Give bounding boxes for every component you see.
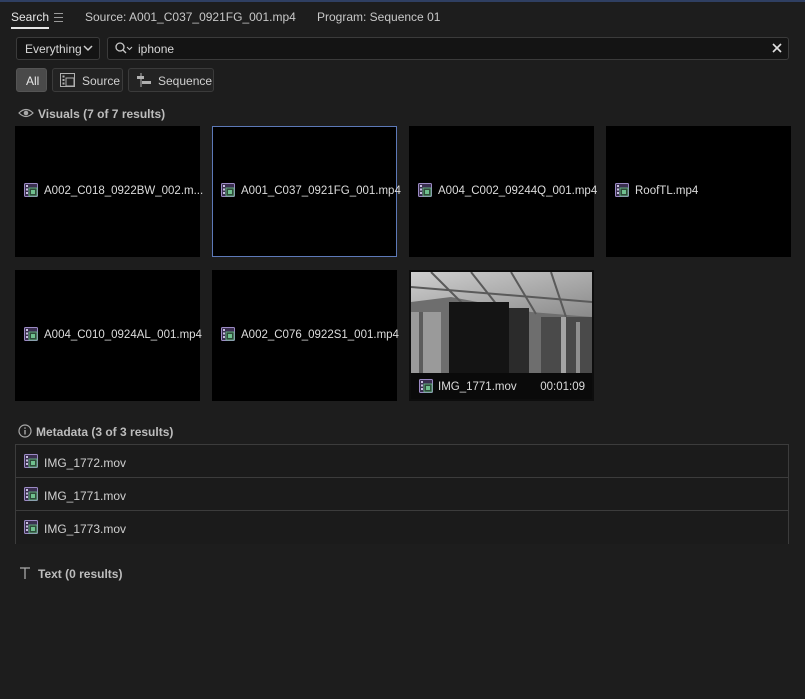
metadata-result-name: IMG_1773.mov xyxy=(44,522,127,536)
metadata-result-name: IMG_1771.mov xyxy=(44,489,127,503)
video-file-icon xyxy=(24,454,38,468)
visual-result-name: A002_C076_0922S1_001.mp4 xyxy=(241,329,399,341)
metadata-results-list: IMG_1772.mov IMG_1771.mov IMG_1773.mov xyxy=(15,444,789,544)
filter-all-label: All xyxy=(26,74,40,88)
metadata-result-row[interactable]: IMG_1773.mov xyxy=(16,511,788,544)
tab-search[interactable]: Search xyxy=(11,10,50,29)
metadata-result-row[interactable]: IMG_1772.mov xyxy=(16,445,788,478)
video-file-icon xyxy=(221,327,235,341)
visuals-section-title: Visuals (7 of 7 results) xyxy=(38,107,166,121)
visual-result-name: A002_C018_0922BW_002.m... xyxy=(44,185,204,197)
visual-result-name: IMG_1771.mov xyxy=(438,381,517,393)
text-section-title: Text (0 results) xyxy=(38,567,123,581)
metadata-result-row[interactable]: IMG_1771.mov xyxy=(16,478,788,511)
video-file-icon xyxy=(418,183,432,197)
metadata-section-title: Metadata (3 of 3 results) xyxy=(36,425,174,439)
visual-result-tile[interactable]: A004_C010_0924AL_001.mp4 xyxy=(15,270,202,401)
scope-dropdown[interactable]: Everything xyxy=(16,37,100,60)
video-file-icon xyxy=(615,183,629,197)
scope-dropdown-value: Everything xyxy=(25,42,82,56)
visual-result-tile[interactable]: A004_C002_09244Q_001.mp4 xyxy=(409,126,598,257)
video-file-icon xyxy=(221,183,235,197)
filter-sequence-button[interactable]: Sequence xyxy=(128,68,214,92)
filter-all-button[interactable]: All xyxy=(16,68,47,92)
panel-menu-icon[interactable] xyxy=(54,13,63,22)
video-file-icon xyxy=(24,183,38,197)
video-file-icon xyxy=(24,327,38,341)
text-type-icon xyxy=(20,567,30,579)
search-field[interactable]: iphone xyxy=(107,37,789,60)
filter-source-label: Source xyxy=(82,74,121,88)
visual-result-name: RoofTL.mp4 xyxy=(635,185,699,197)
info-icon xyxy=(18,424,32,438)
visual-result-name: A004_C002_09244Q_001.mp4 xyxy=(438,185,598,197)
visual-result-name: A001_C037_0921FG_001.mp4 xyxy=(241,185,401,197)
video-thumbnail xyxy=(411,272,592,373)
video-file-icon xyxy=(24,520,38,534)
clear-icon[interactable] xyxy=(770,41,784,55)
video-file-icon xyxy=(24,487,38,501)
visual-result-tile[interactable]: A002_C018_0922BW_002.m... xyxy=(15,126,204,257)
sequence-icon xyxy=(137,73,151,87)
tab-source[interactable]: Source: A001_C037_0921FG_001.mp4 xyxy=(85,10,296,24)
chevron-down-icon xyxy=(83,45,93,52)
visual-result-tile-thumbnail[interactable]: IMG_1771.mov 00:01:09 xyxy=(409,270,594,401)
visual-result-name: A004_C010_0924AL_001.mp4 xyxy=(44,329,202,341)
filter-source-button[interactable]: Source xyxy=(52,68,123,92)
panel-tab-bar: Search Source: A001_C037_0921FG_001.mp4 … xyxy=(0,2,805,30)
source-icon xyxy=(60,73,75,87)
video-file-icon xyxy=(419,379,433,393)
clip-duration: 00:01:09 xyxy=(540,381,585,393)
visual-result-tile-selected[interactable]: A001_C037_0921FG_001.mp4 xyxy=(212,126,401,257)
eye-icon xyxy=(18,108,34,118)
visual-result-tile[interactable]: RoofTL.mp4 xyxy=(606,126,791,257)
tab-program[interactable]: Program: Sequence 01 xyxy=(317,10,440,24)
search-input[interactable]: iphone xyxy=(138,42,174,56)
metadata-result-name: IMG_1772.mov xyxy=(44,456,127,470)
filter-sequence-label: Sequence xyxy=(158,74,213,88)
search-icon xyxy=(115,42,133,54)
visual-result-tile[interactable]: A002_C076_0922S1_001.mp4 xyxy=(212,270,399,401)
